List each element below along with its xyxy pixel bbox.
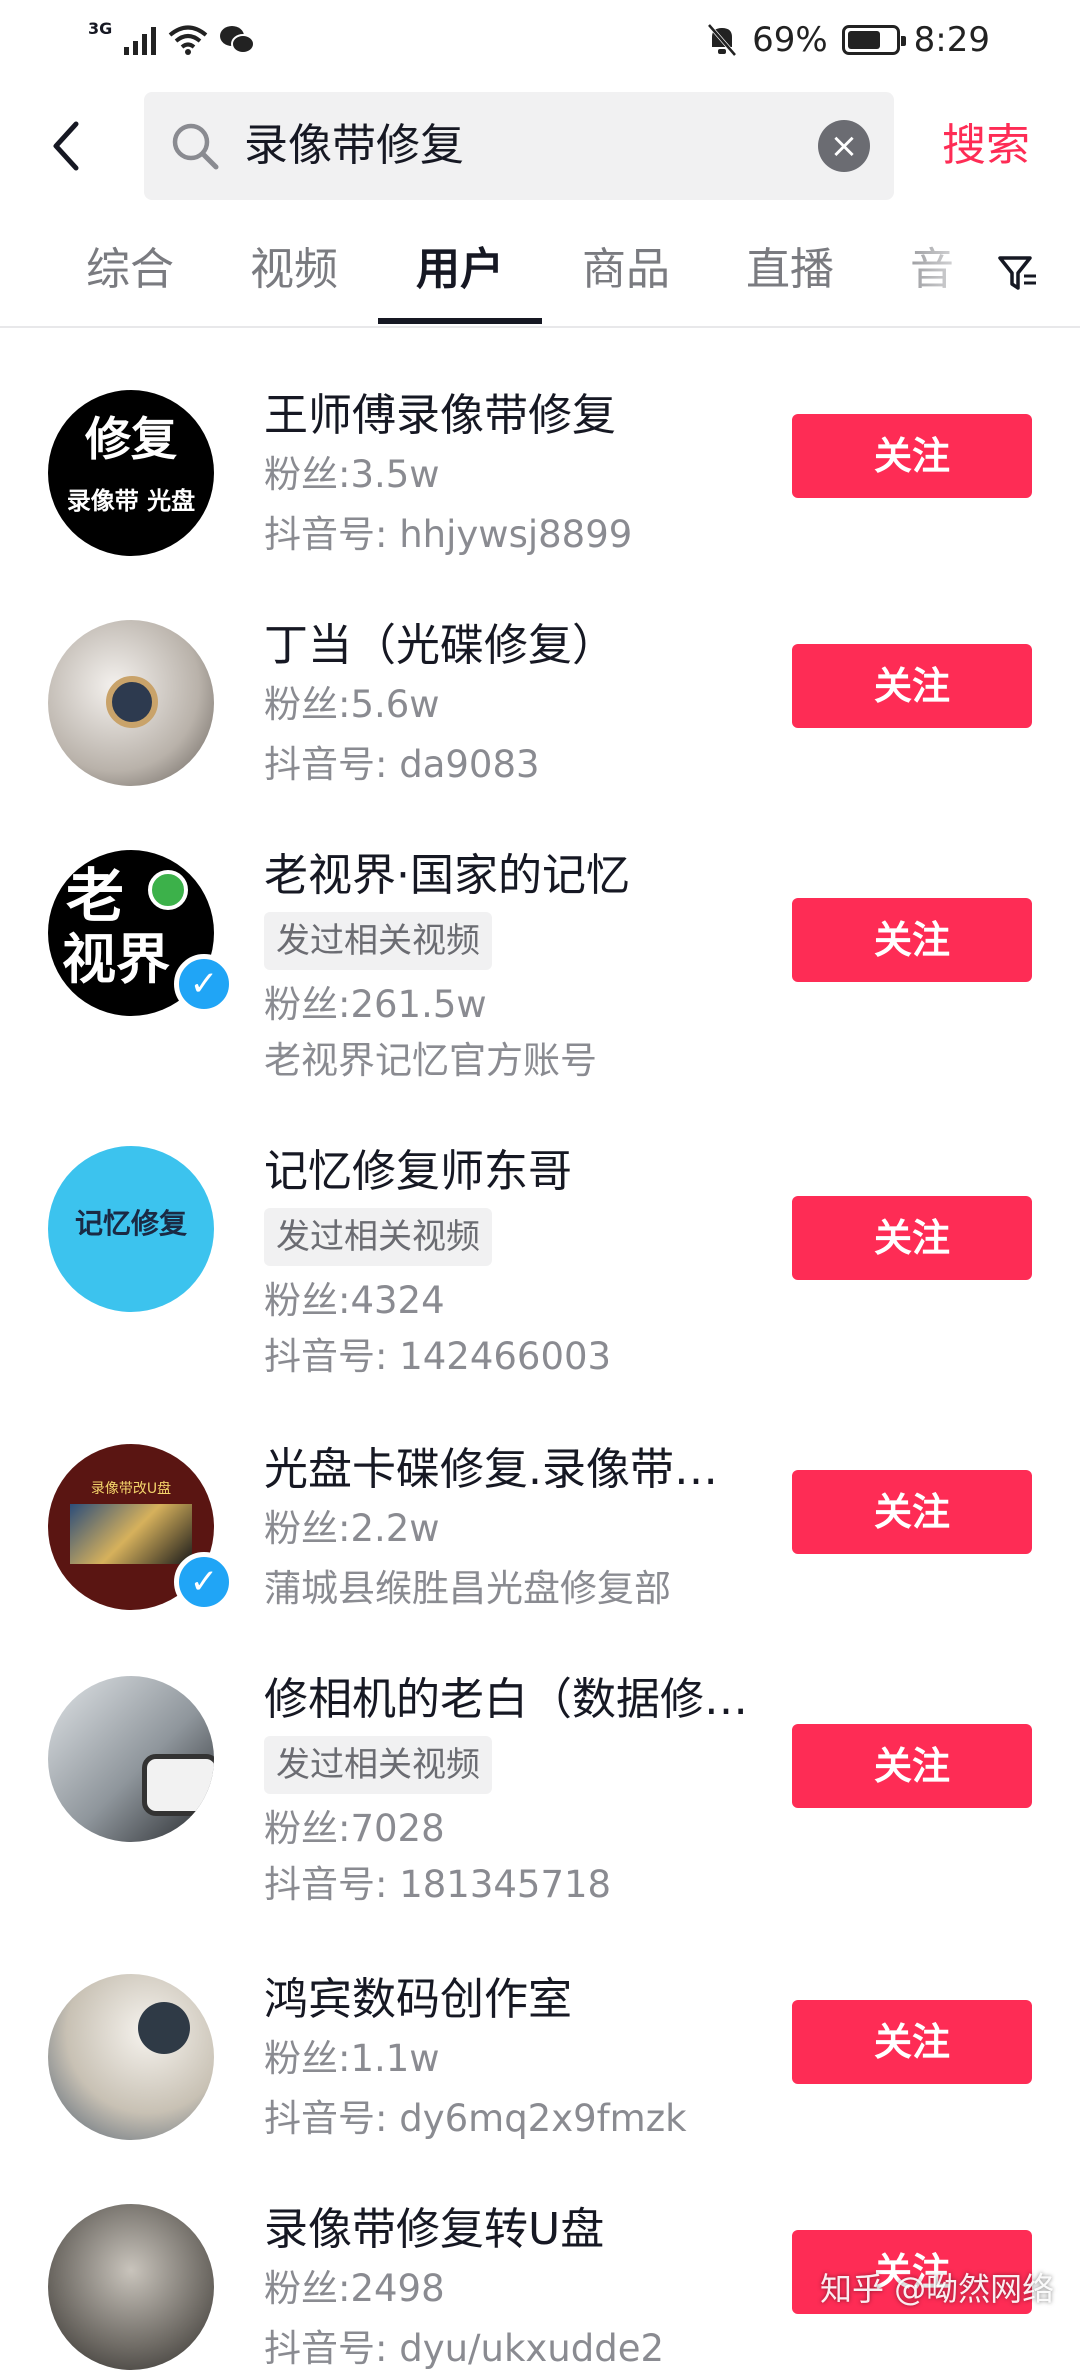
status-bar: 3G 69% 8:29 (0, 0, 1080, 80)
search-icon (172, 123, 219, 170)
avatar[interactable] (48, 1974, 214, 2140)
user-douyin-id: 抖音号: da9083 (264, 743, 540, 786)
user-name[interactable]: 丁当（光碟修复） (264, 616, 616, 676)
user-name[interactable]: 修相机的老白（数据修… (264, 1670, 748, 1730)
search-input[interactable]: 录像带修复 × (144, 92, 894, 200)
user-fans: 粉丝:5.6w (264, 683, 440, 726)
wifi-icon (168, 25, 208, 55)
user-fans: 粉丝:7028 (264, 1807, 445, 1850)
filter-icon[interactable] (996, 252, 1040, 296)
camera-lens-image (142, 1754, 214, 1816)
back-button[interactable] (40, 116, 100, 176)
user-name[interactable]: 王师傅录像带修复 (264, 386, 616, 446)
user-fans: 粉丝:261.5w (264, 983, 487, 1026)
follow-button[interactable]: 关注 (792, 1196, 1032, 1280)
active-tab-indicator (378, 318, 542, 324)
user-name[interactable]: 鸿宾数码创作室 (264, 1970, 572, 2030)
watch-image (106, 676, 158, 728)
follow-button[interactable]: 关注 (792, 644, 1032, 728)
search-header: 录像带修复 × 搜索 (0, 92, 1080, 202)
battery-percent: 69% (752, 20, 828, 60)
user-fans: 粉丝:2.2w (264, 1507, 440, 1550)
follow-button[interactable]: 关注 (792, 1724, 1032, 1808)
watermark: 知乎 @呦然网络 (820, 2270, 1055, 2308)
green-badge (148, 870, 188, 910)
avatar[interactable]: 修复 录像带 光盘 (48, 390, 214, 556)
follow-button[interactable]: 关注 (792, 898, 1032, 982)
mute-bell-icon (707, 23, 737, 57)
follow-button[interactable]: 关注 (792, 1470, 1032, 1554)
user-name[interactable]: 光盘卡碟修复.录像带… (264, 1440, 718, 1500)
user-name[interactable]: 记忆修复师东哥 (264, 1142, 572, 1202)
clear-search-button[interactable]: × (818, 120, 870, 172)
avatar[interactable] (48, 620, 214, 786)
user-douyin-id: 抖音号: 142466003 (264, 1335, 612, 1378)
tab-live[interactable]: 直播 (746, 238, 834, 302)
avatar[interactable]: 记忆修复 (48, 1146, 214, 1312)
avatar-photo (70, 1504, 192, 1564)
follow-button[interactable]: 关注 (792, 2000, 1032, 2084)
user-fans: 粉丝:3.5w (264, 453, 440, 496)
user-description: 老视界记忆官方账号 (264, 1039, 597, 1082)
related-video-tag: 发过相关视频 (264, 912, 492, 970)
tab-users[interactable]: 用户 (416, 238, 504, 302)
tab-products[interactable]: 商品 (582, 238, 670, 302)
related-video-tag: 发过相关视频 (264, 1736, 492, 1794)
user-fans: 粉丝:4324 (264, 1279, 445, 1322)
user-douyin-id: 抖音号: dyu/ukxudde2 (264, 2327, 665, 2370)
avatar-subtext: 录像带 光盘 (66, 487, 196, 515)
avatar-text: 记忆修复 (74, 1207, 187, 1240)
battery-icon (841, 25, 906, 55)
avatar-text: 老 (66, 862, 125, 930)
user-name[interactable]: 录像带修复转U盘 (264, 2200, 604, 2260)
user-name[interactable]: 老视界·国家的记忆 (264, 846, 630, 906)
user-douyin-id: 抖音号: hhjywsj8899 (264, 513, 633, 556)
related-video-tag: 发过相关视频 (264, 1208, 492, 1266)
signal-icon (124, 27, 157, 55)
user-douyin-id: 抖音号: 181345718 (264, 1863, 612, 1906)
search-tabs: 综合 视频 用户 商品 直播 音 (0, 230, 1080, 328)
search-query: 录像带修复 (244, 120, 464, 171)
tab-videos[interactable]: 视频 (250, 238, 338, 302)
user-description: 蒲城县缑胜昌光盘修复部 (264, 1567, 671, 1610)
avatar[interactable] (48, 1676, 214, 1842)
close-icon: × (829, 126, 859, 166)
user-fans: 粉丝:2498 (264, 2267, 445, 2310)
avatar-text: 修复 (85, 412, 177, 466)
person-image (138, 2002, 190, 2054)
verified-icon: ✓ (174, 1552, 234, 1612)
search-button[interactable]: 搜索 (942, 114, 1030, 178)
user-fans: 粉丝:1.1w (264, 2037, 440, 2080)
tab-comprehensive[interactable]: 综合 (86, 238, 174, 302)
clock: 8:29 (913, 20, 990, 60)
verified-icon: ✓ (174, 954, 234, 1014)
avatar-text: 录像带改U盘 (90, 1481, 172, 1497)
avatar[interactable] (48, 2204, 214, 2370)
wechat-icon (220, 26, 256, 54)
follow-button[interactable]: 关注 (792, 414, 1032, 498)
chevron-left-icon (53, 121, 79, 171)
network-type: 3G (88, 18, 113, 38)
user-douyin-id: 抖音号: dy6mq2x9fmzk (264, 2097, 687, 2140)
avatar-subtext: 视界 (62, 928, 170, 991)
